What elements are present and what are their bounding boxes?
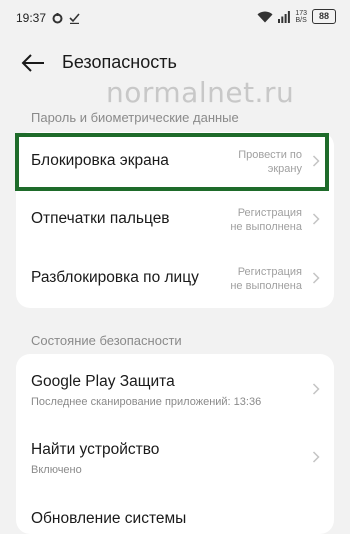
row-value: Провести по экрану (212, 148, 302, 176)
network-speed-unit: B/S (295, 16, 307, 24)
row-title: Обновление системы (31, 510, 187, 527)
row-google-play-protect[interactable]: Google Play Защита Последнее сканировани… (16, 354, 334, 422)
row-system-update[interactable]: Обновление системы (16, 490, 334, 534)
row-title: Google Play Защита (31, 373, 175, 390)
row-value-line1: Регистрация (237, 266, 302, 278)
signal-icon (278, 10, 291, 23)
chevron-right-icon (312, 451, 320, 463)
status-bar: 19:37 173 B/S 88 (0, 0, 350, 36)
network-speed-value: 173 (295, 9, 307, 17)
row-subtitle: Включено (31, 464, 82, 476)
row-face-unlock[interactable]: Разблокировка по лицу Регистрация не вып… (16, 248, 334, 308)
card-security-status: Google Play Защита Последнее сканировани… (16, 354, 334, 534)
section-label-password: Пароль и биометрические данные (31, 110, 239, 125)
row-value-line1: Провести по (238, 149, 302, 161)
row-title: Разблокировка по лицу (31, 269, 199, 286)
row-title: Найти устройство (31, 441, 160, 458)
section-label-security-status: Состояние безопасности (31, 333, 182, 348)
chevron-right-icon (312, 155, 320, 167)
back-arrow-icon[interactable] (20, 50, 46, 76)
notification-ring-icon (52, 12, 63, 23)
card-password-biometrics: Блокировка экрана Провести по экрану Отп… (16, 132, 334, 308)
watermark: normalnet.ru (106, 76, 295, 109)
network-speed: 173 B/S (295, 10, 307, 24)
row-fingerprints[interactable]: Отпечатки пальцев Регистрация не выполне… (16, 190, 334, 248)
row-value-line2: не выполнена (230, 221, 302, 233)
row-value-line1: Регистрация (237, 207, 302, 219)
wifi-icon (257, 11, 273, 22)
status-right: 173 B/S 88 (257, 9, 336, 24)
status-time: 19:37 (16, 11, 47, 25)
row-value: Регистрация не выполнена (212, 265, 302, 293)
download-check-icon (69, 12, 80, 24)
chevron-right-icon (312, 272, 320, 284)
row-screen-lock[interactable]: Блокировка экрана Провести по экрану (16, 132, 334, 190)
row-title: Отпечатки пальцев (31, 210, 170, 227)
chevron-right-icon (312, 213, 320, 225)
chevron-right-icon (312, 383, 320, 395)
battery-icon: 88 (312, 9, 336, 24)
row-value: Регистрация не выполнена (212, 206, 302, 234)
row-title: Блокировка экрана (31, 152, 169, 169)
status-left: 19:37 (16, 11, 80, 25)
row-find-device[interactable]: Найти устройство Включено (16, 422, 334, 490)
row-value-line2: не выполнена (230, 280, 302, 292)
row-value-line2: экрану (267, 163, 302, 175)
row-subtitle: Последнее сканирование приложений: 13:36 (31, 396, 262, 408)
page-title: Безопасность (62, 52, 177, 72)
